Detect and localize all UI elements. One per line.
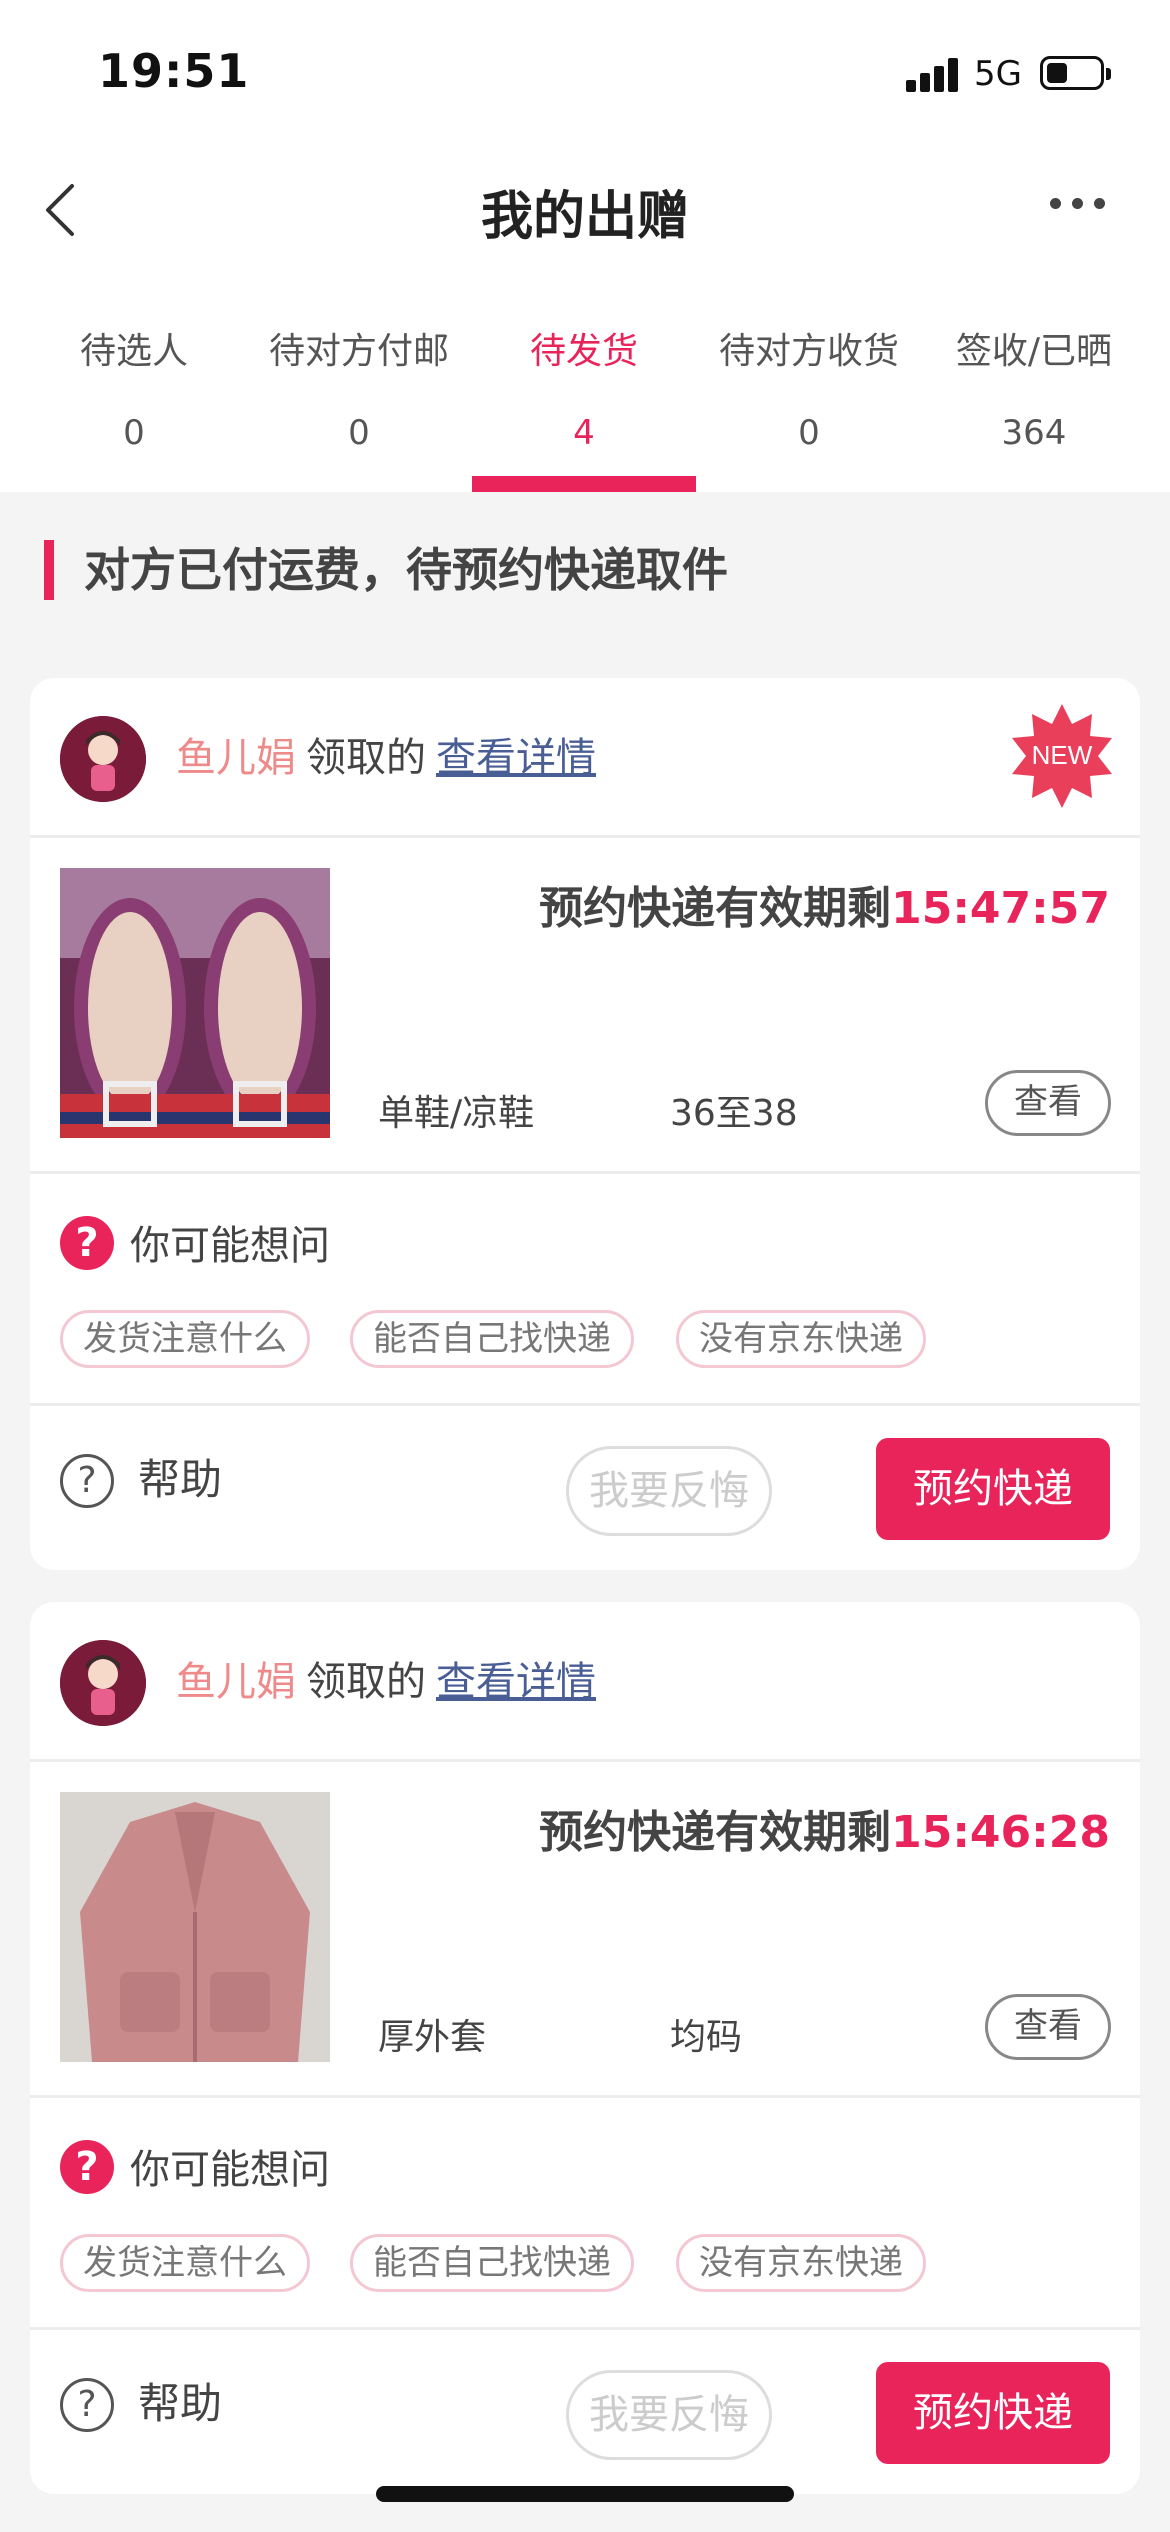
help-label[interactable]: 帮助 [138, 1450, 222, 1510]
claim-line: 鱼儿娟 领取的 查看详情 [176, 728, 596, 788]
item-thumbnail[interactable] [60, 868, 330, 1138]
deadline-label: 预约快递有效期剩 [539, 1807, 892, 1858]
faq-title: 你可能想问 [130, 2147, 330, 2193]
avatar[interactable] [60, 716, 146, 802]
tab-count: 4 [573, 413, 595, 453]
help-label[interactable]: 帮助 [138, 2374, 222, 2434]
regret-button[interactable]: 我要反悔 [566, 1446, 772, 1536]
view-button[interactable]: 查看 [985, 1994, 1111, 2060]
tab-to-ship[interactable]: 待发货 4 [472, 320, 696, 492]
card-actions: ? 帮助 我要反悔 预约快递 [30, 1406, 1140, 1570]
book-courier-button[interactable]: 预约快递 [876, 2362, 1110, 2464]
faq-chip[interactable]: 能否自己找快递 [350, 1310, 634, 1368]
claimed-text: 领取的 [306, 735, 426, 781]
deadline-text: 预约快递有效期剩15:47:57 [539, 872, 1110, 936]
help-icon[interactable]: ? [60, 2378, 114, 2432]
claimant-name[interactable]: 鱼儿娟 [176, 735, 296, 781]
tab-count: 0 [123, 413, 145, 453]
tab-await-receipt[interactable]: 待对方收货 0 [697, 320, 921, 492]
tab-await-postage[interactable]: 待对方付邮 0 [247, 320, 471, 492]
deadline-label: 预约快递有效期剩 [539, 883, 892, 934]
item-category: 单鞋/凉鞋 [378, 1093, 535, 1134]
card-actions: ? 帮助 我要反悔 预约快递 [30, 2330, 1140, 2494]
tab-count: 0 [348, 413, 370, 453]
claimant-name[interactable]: 鱼儿娟 [176, 1659, 296, 1705]
faq-section: ? 你可能想问 发货注意什么 能否自己找快递 没有京东快递 [30, 1174, 1140, 1406]
question-icon: ? [60, 1216, 114, 1270]
card-header: 鱼儿娟 领取的 查看详情 [30, 1602, 1140, 1762]
card-header: 鱼儿娟 领取的 查看详情 NEW [30, 678, 1140, 838]
more-icon[interactable] [1050, 198, 1106, 214]
faq-chip[interactable]: 发货注意什么 [60, 2234, 310, 2292]
item-thumbnail[interactable] [60, 1792, 330, 2062]
gift-card: 鱼儿娟 领取的 查看详情 NEW 预约快递有效期剩15:47:57 单鞋/凉鞋 36… [30, 678, 1140, 1570]
card-body: 预约快递有效期剩15:46:28 厚外套 均码 查看 [30, 1762, 1140, 2098]
new-badge: NEW [1008, 702, 1116, 810]
faq-section: ? 你可能想问 发货注意什么 能否自己找快递 没有京东快递 [30, 2098, 1140, 2330]
tab-count: 0 [798, 413, 820, 453]
section-marker [44, 540, 54, 600]
status-time: 19:51 [98, 44, 250, 98]
new-badge-text: NEW [1032, 740, 1093, 770]
faq-title: 你可能想问 [130, 1223, 330, 1269]
view-button[interactable]: 查看 [985, 1070, 1111, 1136]
book-courier-button[interactable]: 预约快递 [876, 1438, 1110, 1540]
tab-label: 待选人 [79, 331, 188, 372]
details-link[interactable]: 查看详情 [436, 1659, 596, 1705]
question-icon: ? [60, 2140, 114, 2194]
claimed-text: 领取的 [306, 1659, 426, 1705]
card-body: 预约快递有效期剩15:47:57 单鞋/凉鞋 36至38 查看 [30, 838, 1140, 1174]
battery-icon [1040, 56, 1111, 90]
item-category: 厚外套 [378, 2017, 487, 2058]
tab-received[interactable]: 签收/已晒 364 [922, 320, 1146, 492]
home-indicator[interactable] [376, 2486, 794, 2502]
tab-label: 签收/已晒 [955, 331, 1113, 372]
countdown: 15:46:28 [891, 1807, 1110, 1858]
deadline-text: 预约快递有效期剩15:46:28 [539, 1796, 1110, 1860]
active-tab-indicator [472, 476, 696, 492]
status-bar: 19:51 5G [0, 0, 1170, 150]
faq-chip[interactable]: 没有京东快递 [676, 1310, 926, 1368]
regret-button[interactable]: 我要反悔 [566, 2370, 772, 2460]
section-title: 对方已付运费，待预约快递取件 [84, 543, 728, 597]
item-size: 均码 [670, 2017, 743, 2058]
item-size: 36至38 [670, 1093, 798, 1134]
network-label: 5G [974, 54, 1022, 94]
countdown: 15:47:57 [891, 883, 1110, 934]
header-area: 19:51 5G 我的出赠 待选人 0 待对方付邮 0 待发货 4 待对方收货 … [0, 0, 1170, 492]
status-tabs: 待选人 0 待对方付邮 0 待发货 4 待对方收货 0 签收/已晒 364 [0, 320, 1170, 492]
nav-bar: 我的出赠 [0, 150, 1170, 270]
details-link[interactable]: 查看详情 [436, 735, 596, 781]
tab-count: 364 [1001, 413, 1067, 453]
tab-label: 待发货 [529, 331, 638, 372]
faq-chip[interactable]: 能否自己找快递 [350, 2234, 634, 2292]
signal-icon [906, 58, 960, 92]
tab-to-select[interactable]: 待选人 0 [22, 320, 246, 492]
tab-label: 待对方收货 [718, 331, 899, 372]
avatar[interactable] [60, 1640, 146, 1726]
claim-line: 鱼儿娟 领取的 查看详情 [176, 1652, 596, 1712]
tab-label: 待对方付邮 [268, 331, 449, 372]
faq-chip[interactable]: 发货注意什么 [60, 1310, 310, 1368]
page-title: 我的出赠 [480, 187, 689, 247]
gift-card: 鱼儿娟 领取的 查看详情 预约快递有效期剩15:46:28 厚外套 均码 查看 ? … [30, 1602, 1140, 2494]
new-badge-star-icon: NEW [1012, 704, 1112, 808]
help-icon[interactable]: ? [60, 1454, 114, 1508]
faq-chip[interactable]: 没有京东快递 [676, 2234, 926, 2292]
